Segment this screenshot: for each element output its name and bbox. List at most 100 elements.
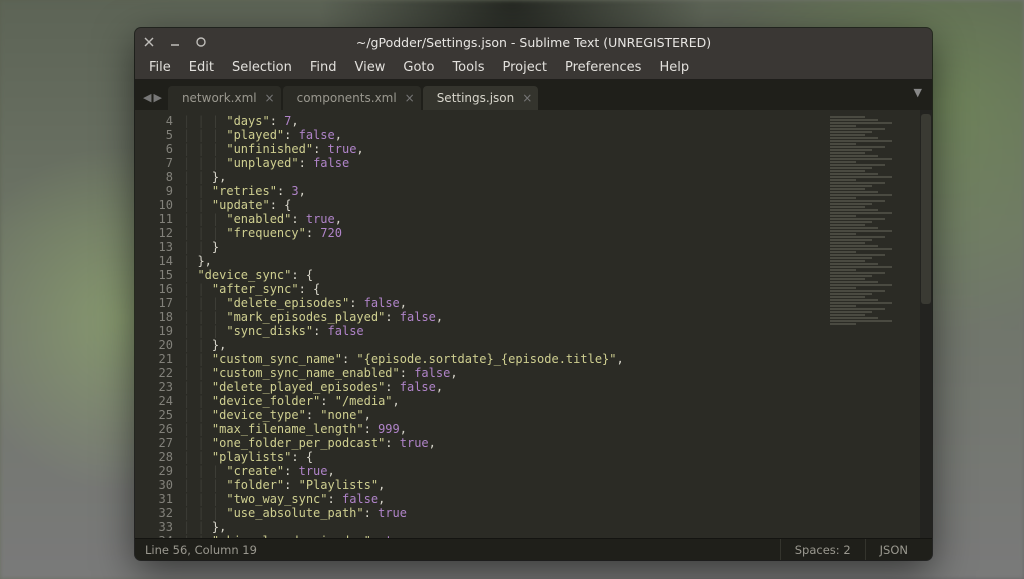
line-number: 19 <box>135 324 173 338</box>
nav-forward-icon[interactable]: ▶ <box>153 91 161 104</box>
statusbar: Line 56, Column 19 Spaces: 2 JSON <box>135 538 932 560</box>
code-line[interactable]: | "device_sync": { <box>183 268 822 282</box>
code-line[interactable]: | | "delete_played_episodes": false, <box>183 380 822 394</box>
minimap-line <box>830 167 872 169</box>
menu-goto[interactable]: Goto <box>395 58 442 77</box>
code-line[interactable]: | | | "days": 7, <box>183 114 822 128</box>
tab-network-xml[interactable]: network.xml× <box>168 86 281 110</box>
code-line[interactable]: | | "skip_played_episodes": true <box>183 534 822 538</box>
menu-edit[interactable]: Edit <box>181 58 222 77</box>
code-line[interactable]: | | | "frequency": 720 <box>183 226 822 240</box>
menu-project[interactable]: Project <box>494 58 554 77</box>
minimap-line <box>830 125 856 127</box>
tab-close-icon[interactable]: × <box>405 91 415 105</box>
line-number: 27 <box>135 436 173 450</box>
code-line[interactable]: | | | "two_way_sync": false, <box>183 492 822 506</box>
minimap-line <box>830 233 856 235</box>
minimap-line <box>830 299 878 301</box>
minimap-line <box>830 227 878 229</box>
line-number: 22 <box>135 366 173 380</box>
code-line[interactable]: | | "one_folder_per_podcast": true, <box>183 436 822 450</box>
minimap-line <box>830 185 872 187</box>
code-line[interactable]: | | "after_sync": { <box>183 282 822 296</box>
nav-back-icon[interactable]: ◀ <box>143 91 151 104</box>
minimap-line <box>830 143 856 145</box>
minimap[interactable] <box>822 110 932 538</box>
vertical-scrollbar[interactable] <box>920 110 932 538</box>
menu-help[interactable]: Help <box>651 58 697 77</box>
minimap-line <box>830 314 865 316</box>
titlebar[interactable]: ~/gPodder/Settings.json - Sublime Text (… <box>135 28 932 56</box>
code-line[interactable]: | | }, <box>183 338 822 352</box>
code-line[interactable]: | | "device_type": "none", <box>183 408 822 422</box>
tab-components-xml[interactable]: components.xml× <box>283 86 421 110</box>
minimap-line <box>830 293 872 295</box>
minimap-line <box>830 149 872 151</box>
code-line[interactable]: | | "max_filename_length": 999, <box>183 422 822 436</box>
tab-settings-json[interactable]: Settings.json× <box>423 86 539 110</box>
code-line[interactable]: | | | "folder": "Playlists", <box>183 478 822 492</box>
menu-selection[interactable]: Selection <box>224 58 300 77</box>
tab-close-icon[interactable]: × <box>265 91 275 105</box>
minimap-line <box>830 131 872 133</box>
menu-find[interactable]: Find <box>302 58 345 77</box>
line-number: 29 <box>135 464 173 478</box>
minimap-line <box>830 224 865 226</box>
code-line[interactable]: | | } <box>183 240 822 254</box>
code-line[interactable]: | | }, <box>183 520 822 534</box>
menu-view[interactable]: View <box>347 58 394 77</box>
line-number: 10 <box>135 198 173 212</box>
code-area[interactable]: | | | "days": 7,| | | "played": false,| … <box>183 110 822 538</box>
code-line[interactable]: | | }, <box>183 170 822 184</box>
line-number: 23 <box>135 380 173 394</box>
window-title: ~/gPodder/Settings.json - Sublime Text (… <box>135 35 932 50</box>
status-indentation[interactable]: Spaces: 2 <box>780 539 865 560</box>
code-line[interactable]: | | "retries": 3, <box>183 184 822 198</box>
menu-tools[interactable]: Tools <box>444 58 492 77</box>
minimap-line <box>830 251 856 253</box>
code-line[interactable]: | }, <box>183 254 822 268</box>
minimap-line <box>830 290 885 292</box>
code-line[interactable]: | | | "unfinished": true, <box>183 142 822 156</box>
maximize-icon[interactable] <box>195 36 207 48</box>
code-line[interactable]: | | "playlists": { <box>183 450 822 464</box>
code-line[interactable]: | | | "create": true, <box>183 464 822 478</box>
code-line[interactable]: | | | "enabled": true, <box>183 212 822 226</box>
minimap-line <box>830 188 865 190</box>
line-number: 5 <box>135 128 173 142</box>
status-syntax[interactable]: JSON <box>865 539 922 560</box>
minimap-line <box>830 278 865 280</box>
minimap-line <box>830 311 872 313</box>
code-line[interactable]: | | | "sync_disks": false <box>183 324 822 338</box>
minimap-line <box>830 158 892 160</box>
minimap-line <box>830 248 892 250</box>
minimap-line <box>830 305 856 307</box>
code-line[interactable]: | | "custom_sync_name": "{episode.sortda… <box>183 352 822 366</box>
code-line[interactable]: | | "custom_sync_name_enabled": false, <box>183 366 822 380</box>
line-number: 12 <box>135 226 173 240</box>
code-line[interactable]: | | "update": { <box>183 198 822 212</box>
minimap-line <box>830 179 856 181</box>
scrollbar-thumb[interactable] <box>921 114 931 304</box>
code-line[interactable]: | | | "use_absolute_path": true <box>183 506 822 520</box>
code-line[interactable]: | | | "delete_episodes": false, <box>183 296 822 310</box>
minimap-line <box>830 260 865 262</box>
status-cursor-position[interactable]: Line 56, Column 19 <box>145 539 271 560</box>
code-line[interactable]: | | "device_folder": "/media", <box>183 394 822 408</box>
minimap-line <box>830 128 885 130</box>
minimap-line <box>830 134 865 136</box>
menu-preferences[interactable]: Preferences <box>557 58 649 77</box>
code-line[interactable]: | | | "unplayed": false <box>183 156 822 170</box>
tab-overflow-icon[interactable]: ▼ <box>914 86 922 99</box>
minimize-icon[interactable] <box>169 36 181 48</box>
minimap-line <box>830 221 872 223</box>
menu-file[interactable]: File <box>141 58 179 77</box>
editor[interactable]: 4567891011121314151617181920212223242526… <box>135 110 932 538</box>
minimap-line <box>830 218 885 220</box>
tab-close-icon[interactable]: × <box>522 91 532 105</box>
code-line[interactable]: | | | "mark_episodes_played": false, <box>183 310 822 324</box>
minimap-line <box>830 275 872 277</box>
minimap-line <box>830 197 856 199</box>
code-line[interactable]: | | | "played": false, <box>183 128 822 142</box>
close-icon[interactable] <box>143 36 155 48</box>
